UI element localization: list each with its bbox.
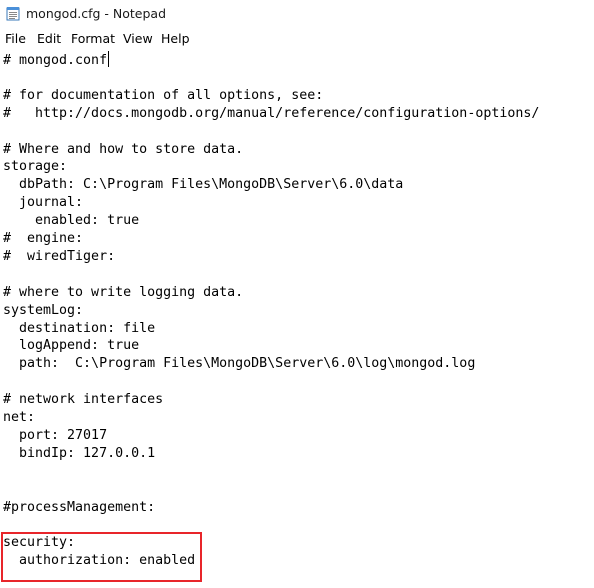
text-line: # engine:	[3, 230, 83, 248]
text-line-content: dbPath: C:\Program Files\MongoDB\Server\…	[3, 177, 404, 193]
text-line-content: storage:	[3, 159, 68, 175]
text-line: #processManagement:	[3, 499, 155, 517]
menu-view[interactable]: View	[123, 31, 153, 46]
text-line: storage:	[3, 158, 67, 176]
menu-edit[interactable]: Edit	[37, 31, 61, 46]
text-line-content: logAppend: true	[3, 338, 140, 354]
text-line-content: port: 27017	[3, 427, 108, 443]
text-caret	[108, 51, 110, 67]
notepad-icon	[6, 7, 20, 21]
text-line: # wiredTiger:	[3, 248, 115, 266]
menu-help[interactable]: Help	[161, 31, 190, 46]
text-line-content: systemLog:	[3, 302, 84, 318]
text-line-content: bindIp: 127.0.0.1	[3, 445, 156, 461]
text-line: destination: file	[3, 320, 155, 338]
text-line: # for documentation of all options, see:	[3, 87, 323, 105]
menu-file[interactable]: File	[5, 31, 26, 46]
text-line-content: # engine:	[3, 231, 84, 246]
window-title: mongod.cfg - Notepad	[26, 6, 167, 21]
text-line-content: # http://docs.mongodb.org/manual/referen…	[3, 105, 540, 121]
text-line-content: net:	[3, 410, 36, 425]
text-line-content: # where to write logging data.	[3, 284, 244, 300]
text-line-content: # for documentation of all options, see:	[3, 87, 324, 103]
text-line: # mongod.conf	[3, 51, 110, 69]
text-line: # network interfaces	[3, 391, 163, 409]
text-line: # http://docs.mongodb.org/manual/referen…	[3, 105, 539, 123]
text-editor-area[interactable]: # mongod.conf # for documentation of all …	[0, 49, 594, 588]
title-bar: mongod.cfg - Notepad	[0, 0, 594, 28]
text-line: path: C:\Program Files\MongoDB\Server\6.…	[3, 355, 475, 373]
text-line-content: enabled: true	[3, 213, 140, 229]
text-line: dbPath: C:\Program Files\MongoDB\Server\…	[3, 176, 403, 194]
text-line-content: # network interfaces	[3, 392, 164, 408]
text-line: systemLog:	[3, 302, 83, 320]
text-line: # where to write logging data.	[3, 284, 243, 302]
text-line: logAppend: true	[3, 337, 139, 355]
menu-format[interactable]: Format	[71, 31, 115, 46]
text-line-content: #processManagement:	[3, 499, 156, 515]
text-line: # Where and how to store data.	[3, 141, 243, 159]
text-line-content: path: C:\Program Files\MongoDB\Server\6.…	[3, 356, 476, 372]
text-line-content: # mongod.conf	[3, 53, 108, 68]
text-line: enabled: true	[3, 212, 139, 230]
menu-bar: File Edit Format View Help	[0, 29, 594, 50]
text-line: bindIp: 127.0.0.1	[3, 445, 155, 463]
text-line: net:	[3, 409, 35, 427]
text-line-content: destination: file	[3, 320, 156, 336]
text-line-content: # wiredTiger:	[3, 248, 116, 264]
security-highlight-box	[1, 532, 202, 582]
text-line-content: # Where and how to store data.	[3, 141, 244, 157]
text-line-content: journal:	[3, 195, 84, 211]
text-line: port: 27017	[3, 427, 107, 445]
text-line: journal:	[3, 194, 83, 212]
